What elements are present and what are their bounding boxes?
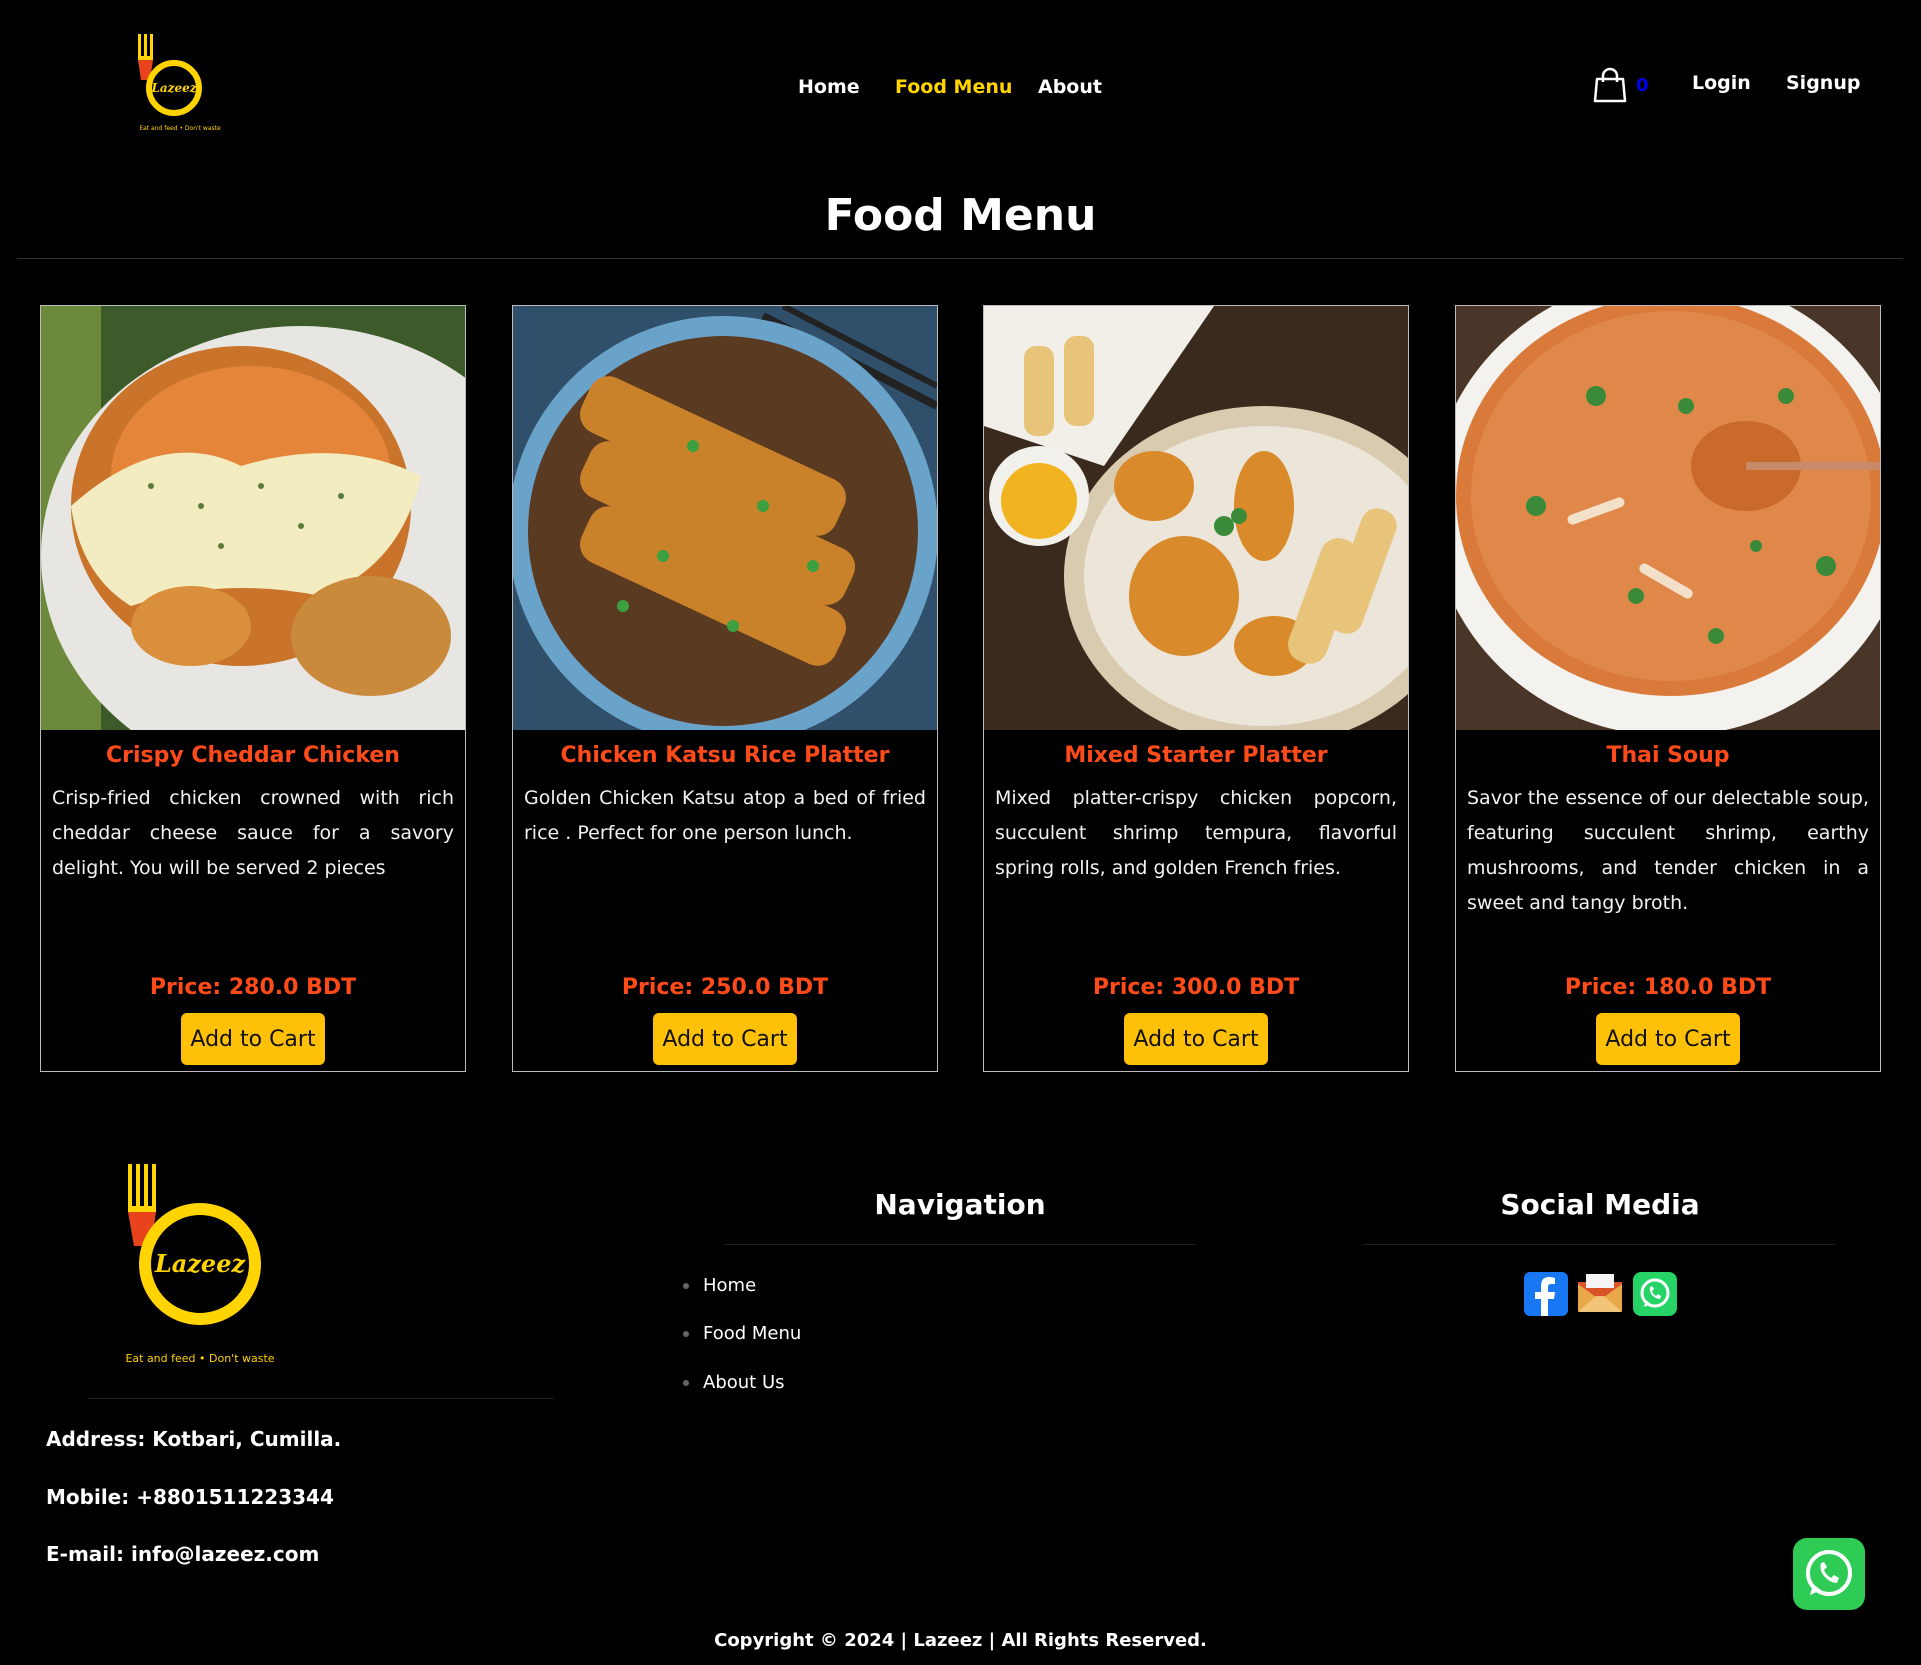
svg-text:Lazeez: Lazeez: [150, 81, 197, 95]
shopping-bag-icon: [1593, 67, 1627, 103]
svg-text:Lazeez: Lazeez: [154, 1249, 247, 1278]
item-description: Golden Chicken Katsu atop a bed of fried…: [524, 787, 926, 844]
food-image: [1456, 306, 1880, 730]
footer-social-heading: Social Media: [1500, 1188, 1700, 1221]
signup-link[interactable]: Signup: [1786, 72, 1860, 94]
contact-email: E-mail: info@lazeez.com: [46, 1542, 320, 1566]
lazeez-logo-icon: Lazeez Eat and feed • Don't waste: [138, 34, 221, 132]
item-price: Price: 300.0 BDT: [1092, 975, 1300, 1000]
copyright-text: Copyright © 2024 | Lazeez | All Rights R…: [714, 1630, 1207, 1651]
title-divider: [17, 258, 1903, 259]
contact-mobile: Mobile: +8801511223344: [46, 1485, 334, 1509]
menu-card: Chicken Katsu Rice Platter Golden Chicke…: [512, 305, 938, 1072]
item-name: Thai Soup: [1606, 743, 1730, 768]
add-to-cart-button[interactable]: Add to Cart: [1124, 1013, 1268, 1065]
add-to-cart-button[interactable]: Add to Cart: [181, 1013, 325, 1065]
item-price: Price: 250.0 BDT: [621, 975, 829, 1000]
food-image: [41, 306, 465, 730]
facebook-icon[interactable]: [1524, 1272, 1568, 1316]
email-icon[interactable]: [1578, 1272, 1622, 1316]
page-title: Food Menu: [824, 190, 1097, 241]
logo-link[interactable]: Lazeez Eat and feed • Don't waste: [130, 30, 230, 145]
whatsapp-icon: [1806, 1550, 1852, 1596]
svg-text:Eat and feed • Don't waste: Eat and feed • Don't waste: [125, 1352, 274, 1365]
lazeez-logo-icon: Lazeez Eat and feed • Don't waste: [125, 1164, 275, 1365]
menu-card: Mixed Starter Platter Mixed platter-cris…: [983, 305, 1409, 1072]
contact-address: Address: Kotbari, Cumilla.: [46, 1427, 342, 1451]
item-name: Chicken Katsu Rice Platter: [560, 743, 890, 768]
nav-about[interactable]: About: [1038, 76, 1102, 98]
menu-card: Thai Soup Savor the essence of our delec…: [1455, 305, 1881, 1072]
site-header: Lazeez Eat and feed • Don't waste Home F…: [0, 0, 1921, 180]
svg-text:Eat and feed • Don't waste: Eat and feed • Don't waste: [139, 125, 221, 132]
nav-food-menu[interactable]: Food Menu: [895, 76, 1012, 98]
whatsapp-icon[interactable]: [1633, 1272, 1677, 1316]
nav-home[interactable]: Home: [798, 76, 860, 98]
menu-card: Crispy Cheddar Chicken Crisp-fried chick…: [40, 305, 466, 1072]
add-to-cart-button[interactable]: Add to Cart: [653, 1013, 797, 1065]
whatsapp-chat-button[interactable]: [1793, 1538, 1865, 1610]
cart-count: 0: [1636, 75, 1649, 96]
login-link[interactable]: Login: [1692, 72, 1751, 94]
footer-divider: [88, 1398, 554, 1399]
item-description: Crisp-fried chicken crowned with rich ch…: [52, 787, 454, 879]
bullet-icon: [683, 1380, 689, 1386]
item-name: Mixed Starter Platter: [1064, 743, 1328, 768]
item-price: Price: 180.0 BDT: [1564, 975, 1772, 1000]
footer-logo: Lazeez Eat and feed • Don't waste: [120, 1160, 280, 1370]
item-price: Price: 280.0 BDT: [149, 975, 357, 1000]
item-name: Crispy Cheddar Chicken: [106, 743, 400, 768]
bullet-icon: [683, 1283, 689, 1289]
bullet-icon: [683, 1331, 689, 1337]
footer-divider: [1363, 1244, 1835, 1245]
item-description: Savor the essence of our delectable soup…: [1467, 787, 1869, 914]
footer-divider: [724, 1244, 1196, 1245]
food-image: [513, 306, 937, 730]
cart-button[interactable]: 0: [1592, 67, 1662, 107]
item-description: Mixed platter-crispy chicken popcorn, su…: [995, 787, 1397, 879]
food-image: [984, 306, 1408, 730]
add-to-cart-button[interactable]: Add to Cart: [1596, 1013, 1740, 1065]
footer-navigation-heading: Navigation: [874, 1188, 1046, 1221]
